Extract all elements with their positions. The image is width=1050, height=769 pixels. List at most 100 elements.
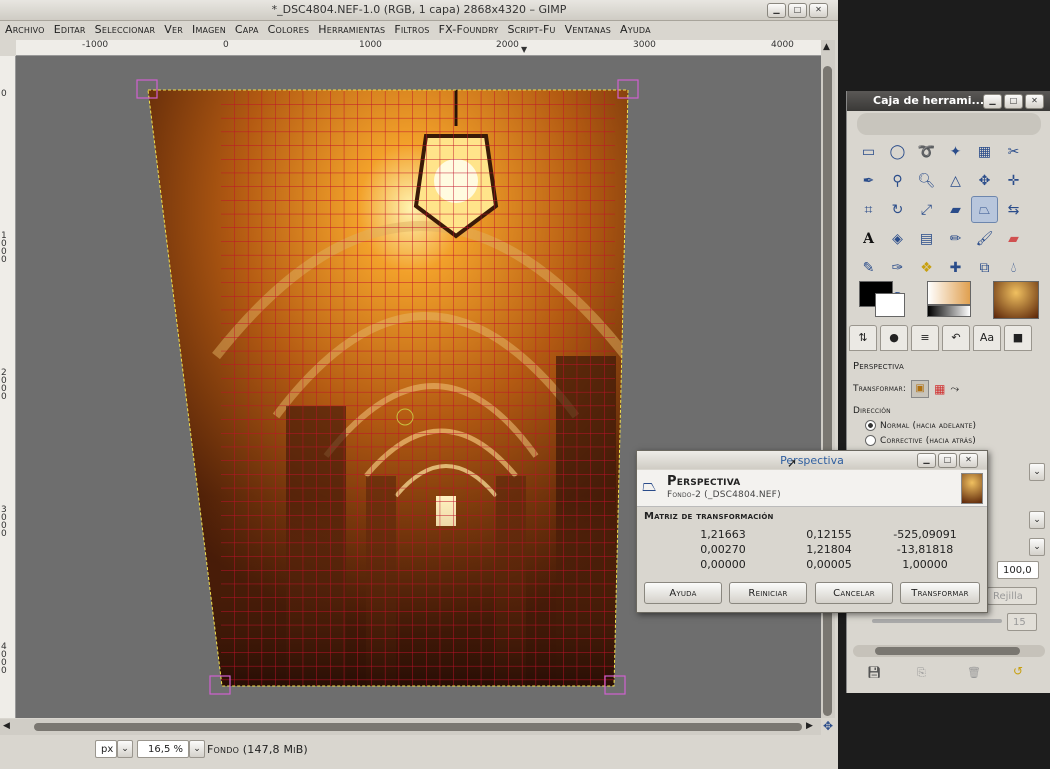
toolbox-titlebar[interactable]: Caja de herrami... ▁ □ ✕ [847,91,1050,111]
chevron-down-icon[interactable]: ⌄ [1029,538,1045,556]
unit-selector[interactable]: px [95,740,117,758]
menu-archivo[interactable]: Archivo [5,21,45,39]
ellipse-select-icon[interactable]: ◯ [884,138,911,165]
tab-fonts[interactable]: Aa [973,325,1001,351]
minimize-icon[interactable]: ▁ [767,3,786,18]
chevron-down-icon[interactable]: ⌄ [189,740,205,758]
transform-layer-icon[interactable]: ▣ [911,380,930,398]
transformed-image[interactable] [16,56,821,718]
image-canvas[interactable] [16,56,821,718]
menu-editar[interactable]: Editar [54,21,86,39]
transform-path-icon[interactable]: ⤳ [950,382,959,396]
radio-unselected-icon[interactable] [865,435,876,446]
background-color-swatch[interactable] [875,293,905,317]
scroll-right-icon[interactable]: ▶ [806,721,813,731]
color-select-icon[interactable]: ▦ [971,138,998,165]
close-icon[interactable]: ✕ [809,3,828,18]
menu-filtros[interactable]: Filtros [394,21,429,39]
menu-herramientas[interactable]: Herramientas [318,21,385,39]
color-picker-icon[interactable]: ⚲ [884,167,911,194]
paths-icon[interactable]: ✒ [855,167,882,194]
bucket-fill-icon[interactable]: ◈ [884,225,911,252]
grid-lines-field[interactable]: 15 [1007,613,1037,631]
wilber-drop-area[interactable] [857,113,1041,135]
save-options-icon[interactable]: 💾︎ [867,666,881,679]
menu-script-fu[interactable]: Script-Fu [507,21,555,39]
shear-icon[interactable]: ▰ [942,196,969,223]
paintbrush-icon[interactable]: 🖌︎ [971,225,998,252]
active-image-thumbnail[interactable] [993,281,1039,319]
fuzzy-select-icon[interactable]: ✦ [942,138,969,165]
maximize-icon[interactable]: □ [788,3,807,18]
vertical-ruler[interactable]: 0 1000 2000 3000 4000 [0,56,16,718]
perspective-clone-icon[interactable]: ⧉ [971,254,998,281]
menu-ventanas[interactable]: Ventanas [565,21,611,39]
move-icon[interactable]: ✥ [971,167,998,194]
brush-pattern-indicator[interactable] [927,281,971,305]
blend-icon[interactable]: ▤ [913,225,940,252]
help-button[interactable]: Ayuda [644,582,722,604]
horizontal-scroll-thumb[interactable] [34,723,802,731]
navigate-icon[interactable]: ✥ [823,719,833,733]
guides-select[interactable]: Rejilla [987,587,1037,605]
options-scrollbar[interactable] [853,645,1045,657]
eraser-icon[interactable]: ▰ [1000,225,1027,252]
blur-icon[interactable]: 💧︎ [1000,254,1027,281]
reset-button[interactable]: Reiniciar [729,582,807,604]
vertical-scroll-thumb[interactable] [823,66,832,716]
cancel-button[interactable]: Cancelar [815,582,893,604]
scroll-left-icon[interactable]: ◀ [3,721,10,731]
close-icon[interactable]: ✕ [1025,94,1044,109]
restore-options-icon[interactable]: ⎘ [917,666,926,680]
airbrush-icon[interactable]: ✎ [855,254,882,281]
tab-tool-options[interactable]: ⇅ [849,325,877,351]
horizontal-ruler[interactable]: -1000 0 1000 2000 3000 4000 ▼ [16,40,821,56]
tab-brushes[interactable]: ● [880,325,908,351]
transform-button[interactable]: Transformar [900,582,980,604]
rect-select-icon[interactable]: ▭ [855,138,882,165]
menu-colores[interactable]: Colores [268,21,310,39]
minimize-icon[interactable]: ▁ [983,94,1002,109]
chevron-down-icon[interactable]: ⌄ [1029,511,1045,529]
measure-icon[interactable]: △ [942,167,969,194]
menu-ver[interactable]: Ver [164,21,183,39]
ink-icon[interactable]: ✑ [884,254,911,281]
reset-options-icon[interactable]: ↺ [1013,664,1023,678]
grid-slider[interactable] [872,619,1002,623]
radio-selected-icon[interactable] [865,420,876,431]
rotate-icon[interactable]: ↻ [884,196,911,223]
pencil-icon[interactable]: ✏ [942,225,969,252]
menu-seleccionar[interactable]: Seleccionar [95,21,156,39]
gradient-indicator[interactable] [927,305,971,317]
text-icon[interactable]: A [855,225,882,252]
vertical-scrollbar[interactable]: ▲ [821,40,835,718]
minimize-icon[interactable]: ▁ [917,453,936,468]
delete-options-icon[interactable]: 🗑︎ [967,666,981,679]
scissors-icon[interactable]: ✂ [1000,138,1027,165]
menu-imagen[interactable]: Imagen [192,21,226,39]
ruler-corner[interactable] [0,40,16,56]
zoom-field[interactable]: 16,5 % [137,740,189,758]
heal-icon[interactable]: ✚ [942,254,969,281]
image-window-titlebar[interactable]: *_DSC4804.NEF-1.0 (RGB, 1 capa) 2868x432… [0,0,838,21]
zoom-icon[interactable]: 🔍︎ [913,167,940,194]
tab-colors[interactable]: ■ [1004,325,1032,351]
direction-corrective-option[interactable]: Corrective (hacia atrás) [865,435,1045,446]
chevron-down-icon[interactable]: ⌄ [1029,463,1045,481]
horizontal-scrollbar[interactable]: ◀ ▶ ✥ [0,719,833,735]
close-icon[interactable]: ✕ [959,453,978,468]
free-select-icon[interactable]: ➰ [913,138,940,165]
tab-layers[interactable]: ≡ [911,325,939,351]
clone-icon[interactable]: ❖ [913,254,940,281]
menu-capa[interactable]: Capa [235,21,259,39]
scroll-up-icon[interactable]: ▲ [823,42,830,52]
menu-ayuda[interactable]: Ayuda [620,21,651,39]
transform-selection-icon[interactable]: ▦ [934,382,945,396]
crop-icon[interactable]: ⌗ [855,196,882,223]
tab-undo[interactable]: ↶ [942,325,970,351]
flip-icon[interactable]: ⇆ [1000,196,1027,223]
direction-normal-option[interactable]: Normal (hacia adelante) [865,420,1045,431]
perspective-icon[interactable]: ⏢ [971,196,998,223]
align-icon[interactable]: ✛ [1000,167,1027,194]
dialog-titlebar[interactable]: Perspectiva ➚ ▁ □ ✕ [637,451,987,470]
